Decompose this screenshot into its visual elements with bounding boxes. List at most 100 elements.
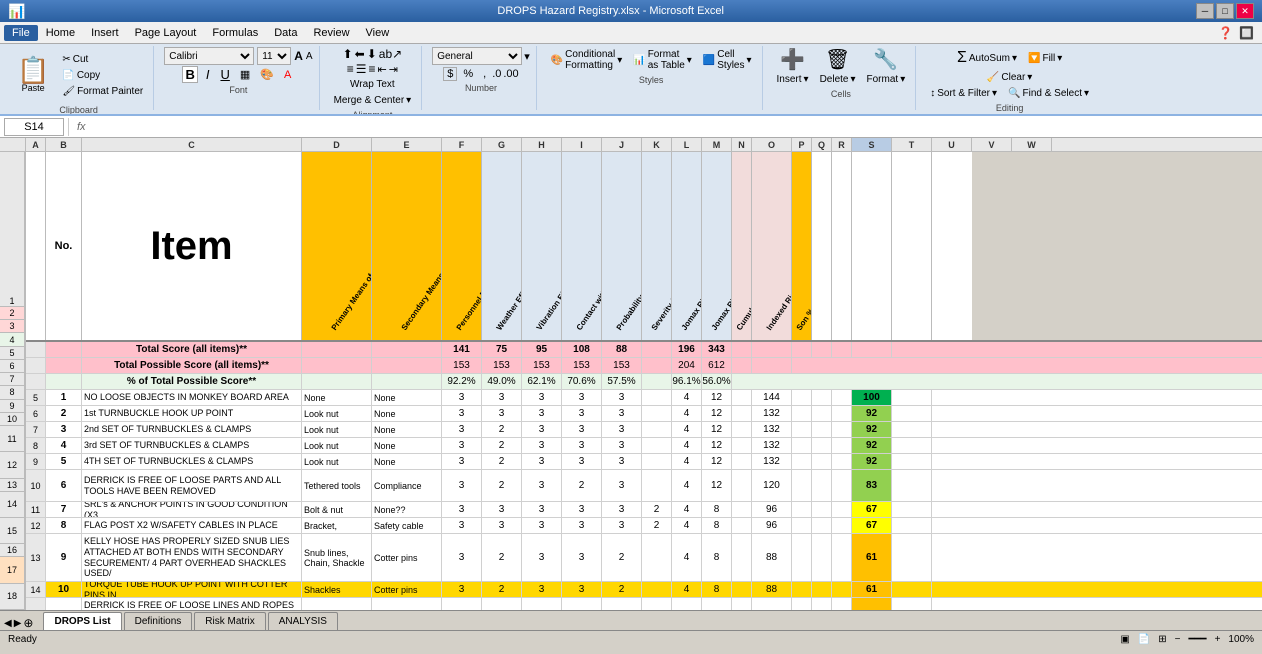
j-value[interactable]: 3	[602, 438, 642, 453]
primary-securement[interactable]: Tethered tools	[302, 470, 372, 501]
m-value[interactable]: 12	[702, 422, 732, 437]
r-value[interactable]	[832, 390, 852, 405]
k-value[interactable]	[642, 598, 672, 610]
r-value[interactable]	[832, 582, 852, 597]
j-value[interactable]: 2	[602, 534, 642, 581]
align-top-icon[interactable]: ⬆	[343, 47, 353, 61]
m-value[interactable]: 8	[702, 534, 732, 581]
i-value[interactable]: 3	[562, 454, 602, 469]
item-number[interactable]: 3	[46, 422, 82, 437]
r-value[interactable]	[832, 454, 852, 469]
item-number[interactable]: 6	[46, 470, 82, 501]
item-text[interactable]: 1st TURNBUCKLE HOOK UP POINT	[82, 406, 302, 421]
q-value[interactable]	[812, 454, 832, 469]
text-orientation-icon[interactable]: ab↗	[379, 47, 402, 61]
find-select-button[interactable]: 🔍 Find & Select ▾	[1004, 86, 1093, 101]
item-text[interactable]: DERRICK IS FREE OF LOOSE PARTS AND ALL T…	[82, 470, 302, 501]
p-value[interactable]	[792, 438, 812, 453]
j-value[interactable]: 3	[602, 406, 642, 421]
score-value[interactable]: 61	[852, 598, 892, 610]
secondary-securement[interactable]: None	[372, 438, 442, 453]
i-value[interactable]: 3	[562, 390, 602, 405]
f-value[interactable]: 3	[442, 598, 482, 610]
n-value[interactable]	[732, 438, 752, 453]
menu-data[interactable]: Data	[266, 25, 305, 41]
font-name-select[interactable]: Calibri	[164, 47, 254, 65]
h-value[interactable]: 3	[522, 390, 562, 405]
primary-securement[interactable]: None	[302, 390, 372, 405]
g-value[interactable]: 2	[482, 454, 522, 469]
n-value[interactable]	[732, 406, 752, 421]
col-header-b[interactable]: B	[46, 138, 82, 151]
close-btn[interactable]: ✕	[1236, 3, 1254, 19]
item-text[interactable]: 4TH SET OF TURNBUCKLES & CLAMPS	[82, 454, 302, 469]
tab-definitions[interactable]: Definitions	[124, 612, 193, 630]
primary-securement[interactable]: Shackles	[302, 582, 372, 597]
l-value[interactable]: 4	[672, 470, 702, 501]
q-value[interactable]	[812, 534, 832, 581]
i-value[interactable]: 3	[562, 582, 602, 597]
l-value[interactable]: 4	[672, 582, 702, 597]
o-value[interactable]: 132	[752, 422, 792, 437]
menu-home[interactable]: Home	[38, 25, 83, 41]
primary-securement[interactable]: Look nut	[302, 422, 372, 437]
p-value[interactable]	[792, 502, 812, 517]
item-text[interactable]: 2nd SET OF TURNBUCKLES & CLAMPS	[82, 422, 302, 437]
h-value[interactable]: 3	[522, 470, 562, 501]
menu-page-layout[interactable]: Page Layout	[127, 25, 205, 41]
col-header-k[interactable]: K	[642, 138, 672, 151]
o-value[interactable]: 120	[752, 470, 792, 501]
increase-decimal-icon[interactable]: .0	[492, 68, 501, 80]
g-value[interactable]: 3	[482, 406, 522, 421]
align-middle-icon[interactable]: ⬅	[355, 47, 365, 61]
item-number[interactable]: 10	[46, 582, 82, 597]
f-value[interactable]: 3	[442, 470, 482, 501]
i-value[interactable]: 3	[562, 534, 602, 581]
f-value[interactable]: 3	[442, 422, 482, 437]
col-header-m[interactable]: M	[702, 138, 732, 151]
col-header-h[interactable]: H	[522, 138, 562, 151]
o-value[interactable]: 132	[752, 438, 792, 453]
p-value[interactable]	[792, 598, 812, 610]
i-value[interactable]: 3	[562, 502, 602, 517]
n-value[interactable]	[732, 422, 752, 437]
n-value[interactable]	[732, 454, 752, 469]
f-value[interactable]: 3	[442, 438, 482, 453]
sort-filter-button[interactable]: ↕ Sort & Filter ▾	[926, 86, 1001, 101]
indent-increase-icon[interactable]: ⇥	[389, 63, 398, 76]
o-value[interactable]: 88	[752, 582, 792, 597]
primary-securement[interactable]: Snub lines, Chain, Shackle	[302, 534, 372, 581]
k-value[interactable]	[642, 534, 672, 581]
m-value[interactable]: 8	[702, 598, 732, 610]
h-value[interactable]: 3	[522, 534, 562, 581]
item-number[interactable]: 4	[46, 438, 82, 453]
col-header-g[interactable]: G	[482, 138, 522, 151]
k-value[interactable]	[642, 406, 672, 421]
o-value[interactable]	[752, 598, 792, 610]
cell-styles-button[interactable]: 🟦CellStyles▾	[699, 47, 756, 73]
k-value[interactable]	[642, 582, 672, 597]
fill-button[interactable]: 🔽 Fill ▾	[1024, 51, 1066, 66]
n-value[interactable]	[732, 598, 752, 610]
g-value[interactable]: 3	[482, 390, 522, 405]
l-value[interactable]: 4	[672, 598, 702, 610]
n-value[interactable]	[732, 502, 752, 517]
name-box[interactable]	[4, 118, 64, 136]
q-value[interactable]	[812, 502, 832, 517]
m-value[interactable]: 12	[702, 390, 732, 405]
primary-securement[interactable]: Bracket,	[302, 518, 372, 533]
tab-analysis[interactable]: ANALYSIS	[268, 612, 338, 630]
r-value[interactable]	[832, 534, 852, 581]
k-value[interactable]	[642, 390, 672, 405]
conditional-formatting-button[interactable]: 🎨ConditionalFormatting▾	[547, 47, 627, 73]
g-value[interactable]: 2	[482, 438, 522, 453]
m-value[interactable]: 8	[702, 582, 732, 597]
n-value[interactable]	[732, 390, 752, 405]
col-header-j[interactable]: J	[602, 138, 642, 151]
p-value[interactable]	[792, 518, 812, 533]
col-header-a[interactable]: A	[26, 138, 46, 151]
clear-button[interactable]: 🧹 Clear ▾	[983, 70, 1036, 85]
f-value[interactable]: 3	[442, 518, 482, 533]
secondary-securement[interactable]: Cotter pins	[372, 534, 442, 581]
window-controls-icon[interactable]: 🔲	[1239, 26, 1254, 40]
